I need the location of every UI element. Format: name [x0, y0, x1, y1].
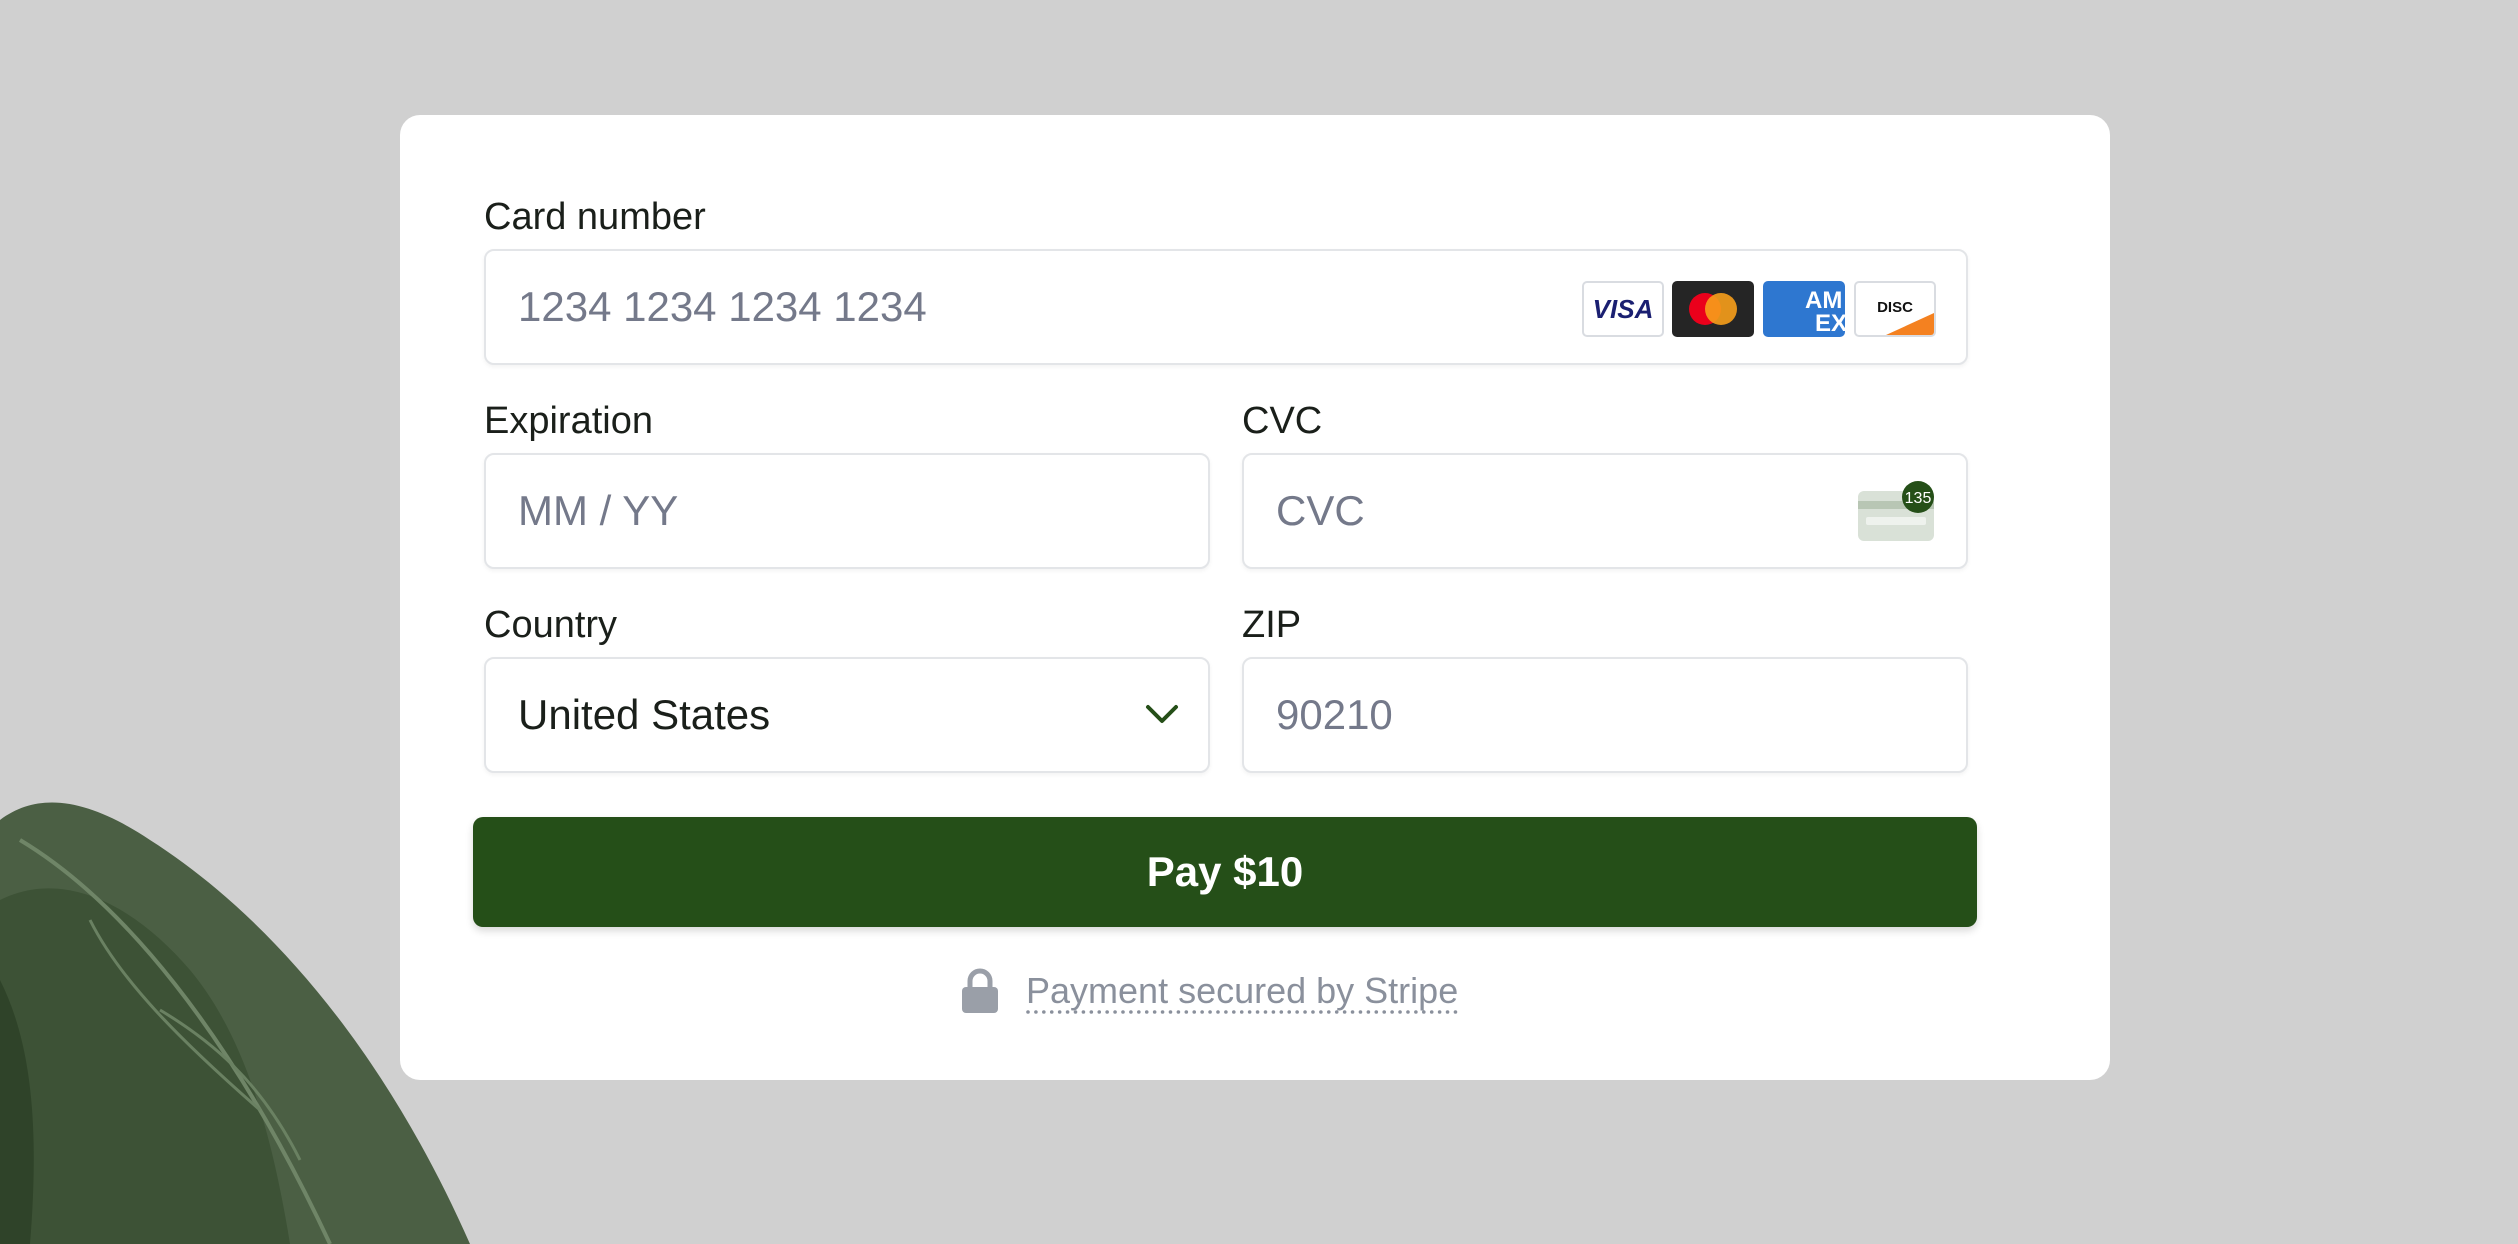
svg-text:VISA: VISA	[1593, 294, 1654, 324]
cvc-field[interactable]: 135	[1242, 453, 1968, 569]
country-selected-value: United States	[518, 691, 771, 738]
mastercard-icon	[1672, 281, 1754, 337]
zip-input[interactable]	[1276, 659, 1936, 771]
secured-footer: Payment secured by Stripe	[960, 961, 1458, 1021]
card-number-field[interactable]: VISA AM EX DISC	[484, 249, 1968, 365]
pay-button[interactable]: Pay $10	[473, 817, 1977, 927]
visa-icon: VISA	[1582, 281, 1664, 337]
cvc-card-icon: 135	[1856, 481, 1938, 543]
chevron-down-icon	[1146, 705, 1178, 723]
card-number-label: Card number	[484, 196, 706, 238]
cvc-badge-text: 135	[1905, 490, 1932, 507]
card-number-input[interactable]	[518, 251, 1498, 363]
cvc-input[interactable]	[1276, 455, 1816, 567]
zip-field[interactable]	[1242, 657, 1968, 773]
lock-icon	[962, 968, 998, 1013]
amex-icon: AM EX	[1763, 281, 1845, 337]
country-select[interactable]: United States	[484, 657, 1210, 773]
expiration-field[interactable]	[484, 453, 1210, 569]
payment-card: Card number VISA AM EX DISC	[400, 115, 2110, 1080]
svg-text:EX: EX	[1815, 310, 1845, 337]
cvc-label: CVC	[1242, 400, 1323, 442]
secured-by-stripe-link[interactable]: Payment secured by Stripe	[1026, 970, 1458, 1012]
country-label: Country	[484, 604, 618, 646]
zip-label: ZIP	[1242, 604, 1302, 646]
expiration-label: Expiration	[484, 400, 653, 442]
discover-icon: DISC	[1854, 281, 1936, 337]
expiration-input[interactable]	[518, 455, 1178, 567]
svg-text:DISC: DISC	[1877, 299, 1913, 316]
